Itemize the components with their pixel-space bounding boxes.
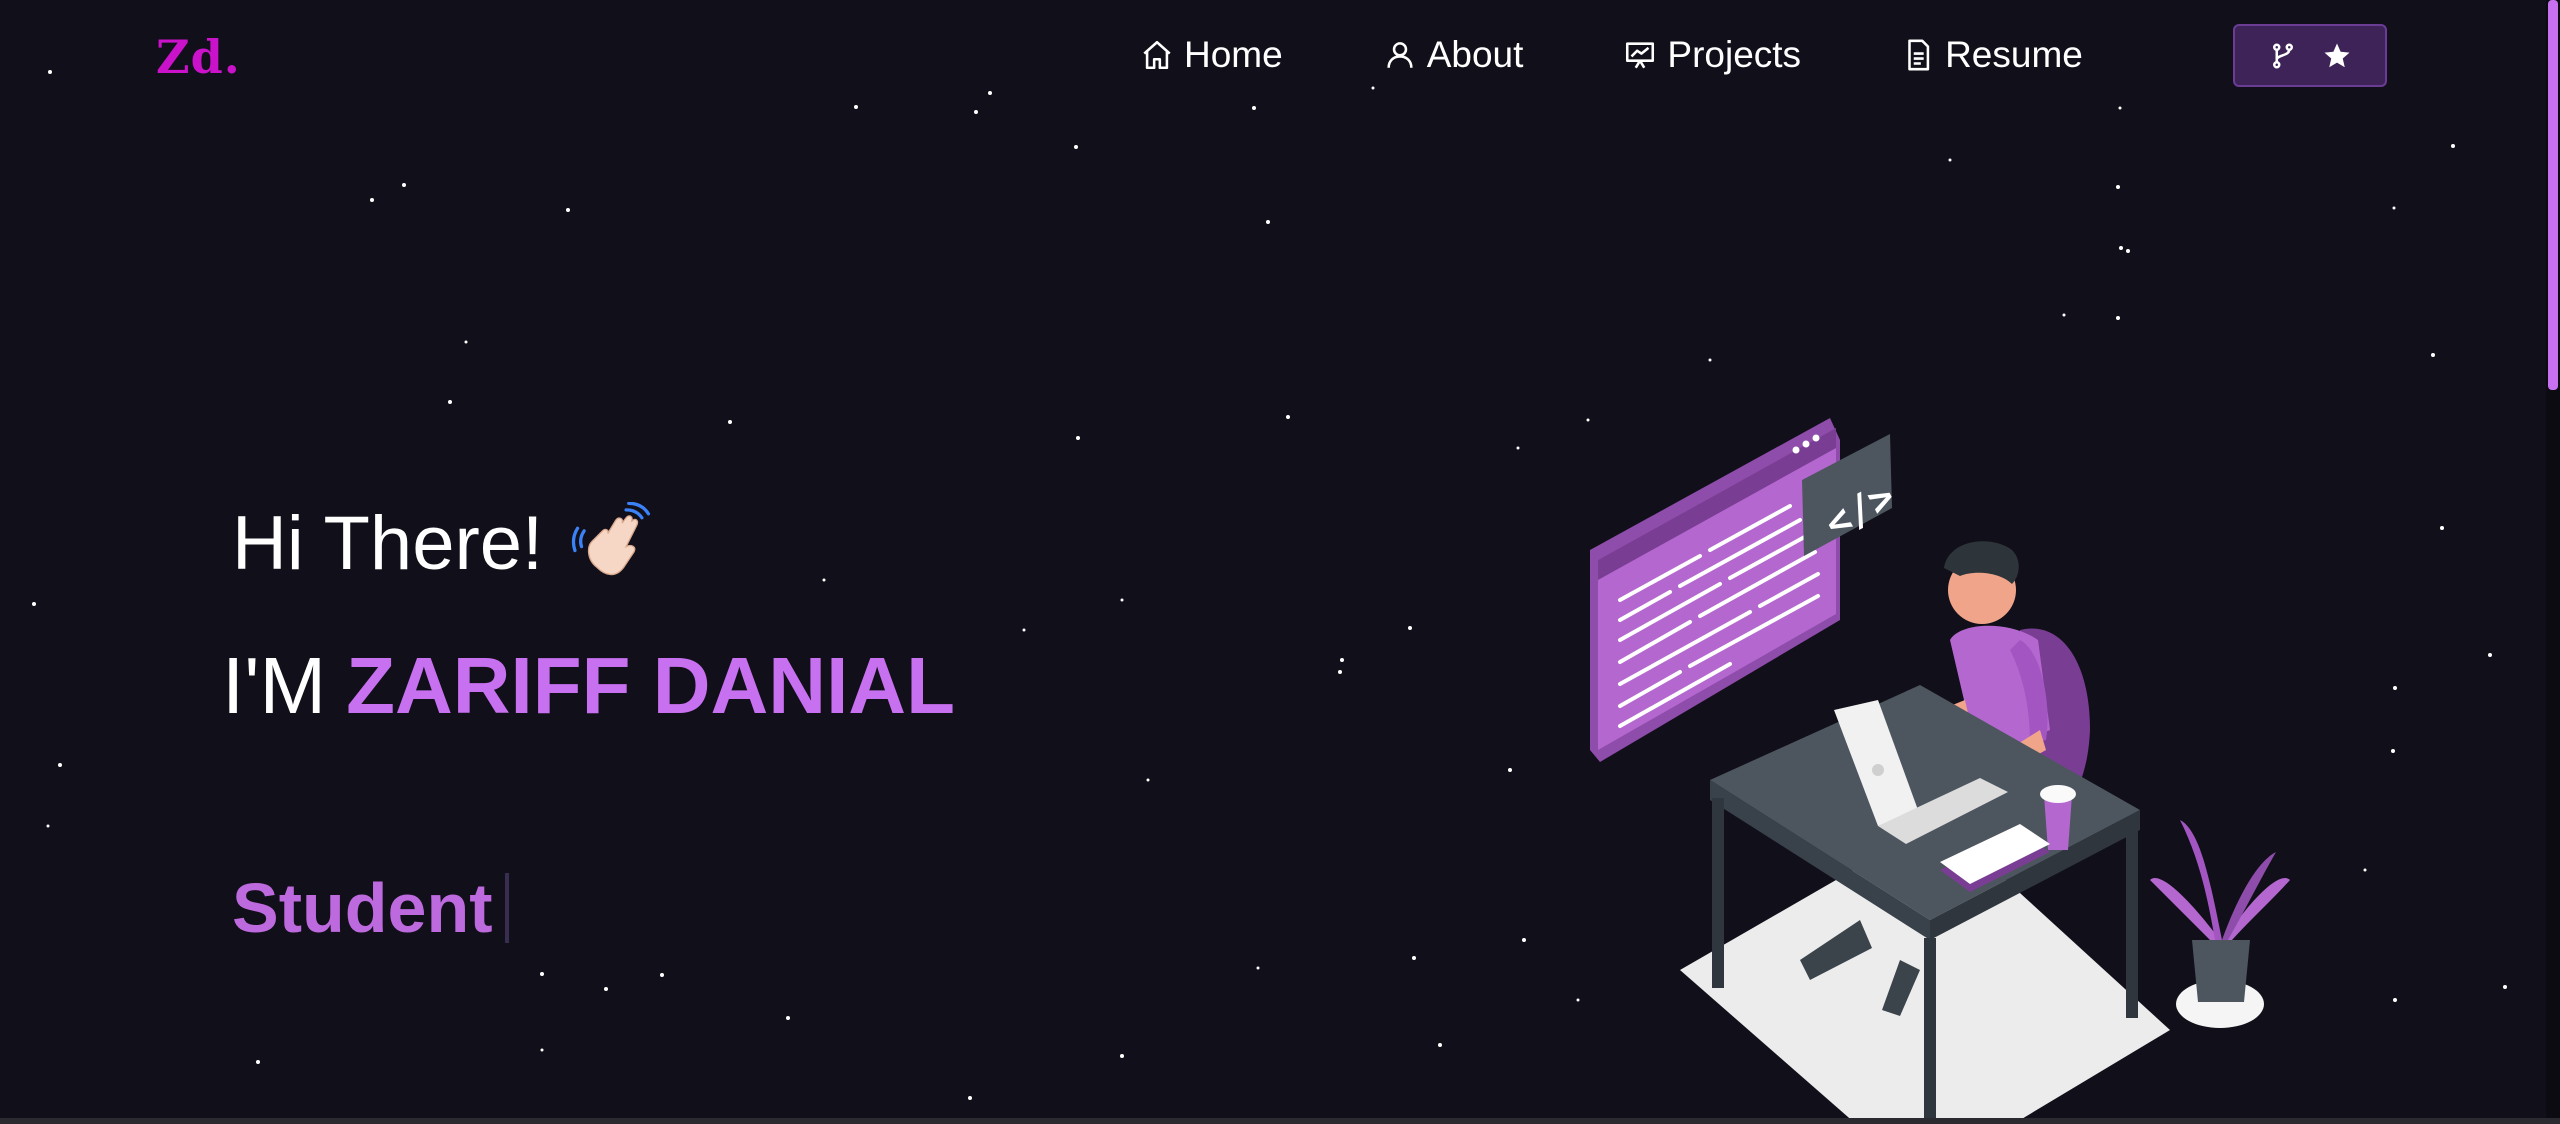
waving-hand-icon	[571, 501, 651, 575]
nav-projects-label: Projects	[1667, 34, 1802, 75]
typing-cursor	[504, 873, 509, 943]
user-icon	[1387, 42, 1413, 68]
scrollbar-thumb[interactable]	[2548, 0, 2558, 390]
home-icon	[1143, 40, 1171, 70]
presentation-icon	[1626, 42, 1655, 69]
nav-resume-label: Resume	[1945, 34, 2083, 75]
nav-home[interactable]: Home	[1140, 34, 1283, 76]
hero-name: ZARIFF DANIAL	[346, 641, 955, 730]
nav-home-label: Home	[1184, 34, 1283, 75]
intro-text: I'M	[222, 641, 327, 730]
typewriter-role: Student	[232, 868, 509, 948]
nav-projects[interactable]: Projects	[1623, 34, 1801, 76]
bottom-edge	[0, 1118, 2560, 1124]
developer-illustration: </>	[1590, 418, 2290, 1124]
nav-resume[interactable]: Resume	[1901, 34, 2083, 76]
vertical-scrollbar[interactable]	[2546, 0, 2560, 1118]
role-text: Student	[232, 869, 493, 947]
document-icon	[1908, 39, 1930, 71]
star-icon	[2324, 43, 2350, 67]
github-fork-button[interactable]	[2233, 24, 2387, 87]
nav-about[interactable]: About	[1383, 34, 1524, 76]
hero-name-line: I'M ZARIFF DANIAL	[222, 640, 955, 732]
main-nav: Home About Projects Resume	[1140, 20, 2183, 90]
hero-greeting: Hi There!	[232, 500, 655, 587]
brand-logo[interactable]: Zd.	[156, 30, 241, 84]
nav-about-label: About	[1426, 34, 1524, 75]
greeting-text: Hi There!	[232, 501, 544, 586]
git-fork-icon	[2273, 43, 2293, 68]
